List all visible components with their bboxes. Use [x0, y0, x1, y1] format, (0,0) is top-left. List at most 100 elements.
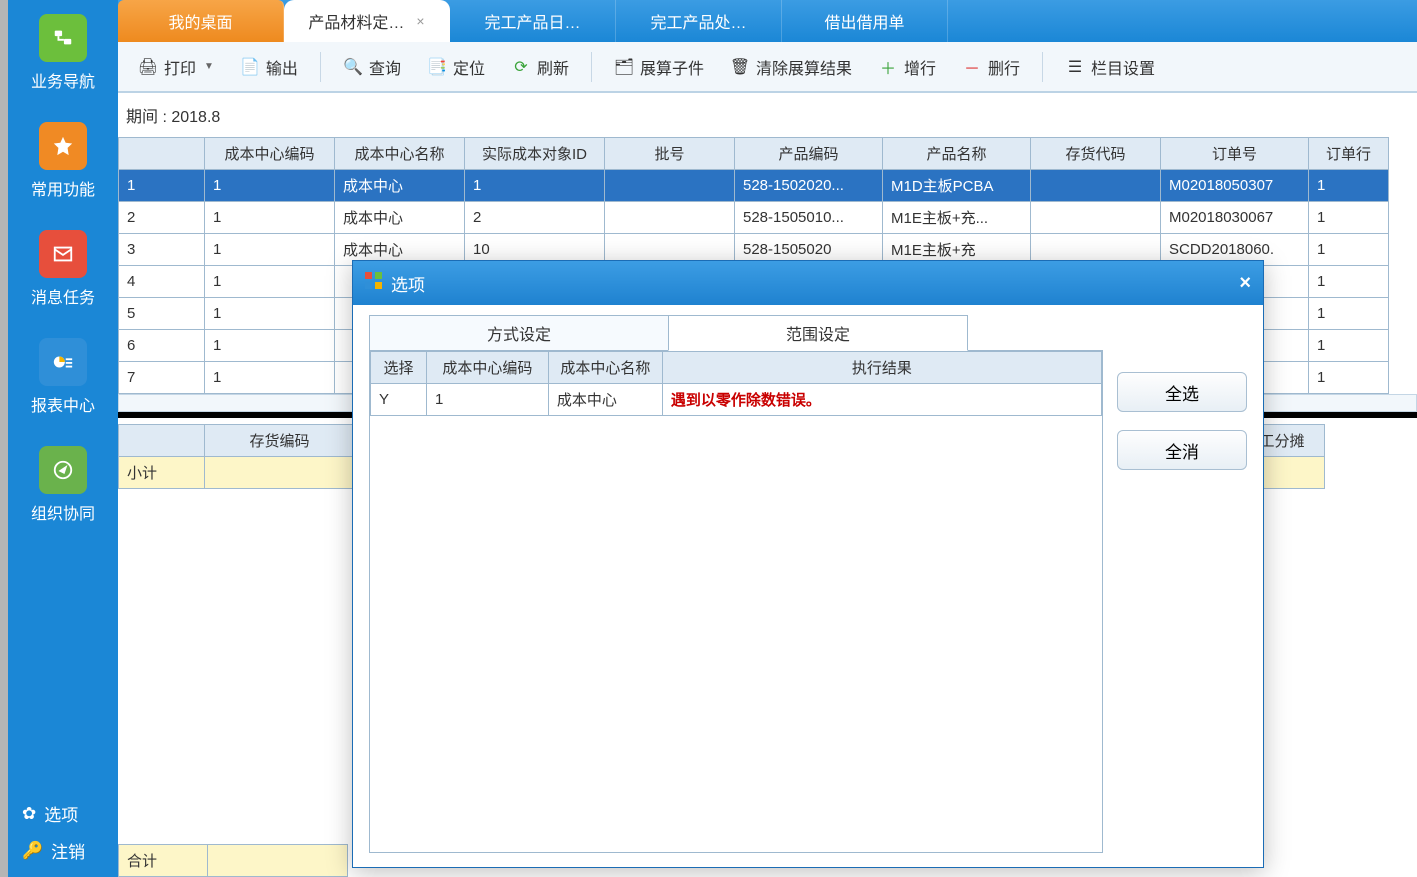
- sidebar-item-biz-nav[interactable]: 业务导航: [31, 14, 95, 92]
- table-cell[interactable]: Y: [371, 384, 427, 416]
- table-cell[interactable]: [1031, 202, 1161, 234]
- tab-label: 我的桌面: [168, 9, 232, 33]
- table-cell[interactable]: 5: [119, 298, 205, 330]
- table-cell[interactable]: M1D主板PCBA: [883, 170, 1031, 202]
- sidebar-item-org[interactable]: 组织协同: [31, 446, 95, 524]
- close-icon[interactable]: ×: [416, 13, 424, 29]
- table-cell[interactable]: 528-1505010...: [735, 202, 883, 234]
- table-cell[interactable]: 1: [205, 362, 335, 394]
- table-row[interactable]: 21成本中心2528-1505010...M1E主板+充...M02018030…: [119, 202, 1389, 234]
- tab-mode-setting[interactable]: 方式设定: [369, 315, 669, 351]
- select-all-button[interactable]: 全选: [1117, 372, 1247, 412]
- column-header[interactable]: 成本中心名称: [548, 352, 662, 384]
- table-cell[interactable]: 6: [119, 330, 205, 362]
- table-cell[interactable]: 1: [1309, 170, 1389, 202]
- table-cell[interactable]: 528-1502020...: [735, 170, 883, 202]
- table-cell[interactable]: 1: [205, 330, 335, 362]
- toolbar-label: 输出: [266, 55, 298, 79]
- add-row-button[interactable]: ＋ 增行: [868, 51, 946, 83]
- column-header[interactable]: 成本中心名称: [335, 138, 465, 170]
- print-button[interactable]: 🖨 打印 ▼: [128, 51, 224, 83]
- column-header[interactable]: 存货编码: [205, 425, 355, 457]
- table-cell[interactable]: 成本中心: [335, 170, 465, 202]
- sidebar-logout[interactable]: 🔑 注销: [22, 838, 104, 863]
- refresh-button[interactable]: ⟳ 刷新: [501, 51, 579, 83]
- table-cell[interactable]: 1: [1309, 298, 1389, 330]
- tab-label: 产品材料定…: [308, 9, 404, 33]
- sidebar-item-reports[interactable]: 报表中心: [31, 338, 95, 416]
- query-button[interactable]: 🔍 查询: [333, 51, 411, 83]
- sidebar-item-favorites[interactable]: 常用功能: [31, 122, 95, 200]
- column-header[interactable]: 成本中心编码: [205, 138, 335, 170]
- column-header[interactable]: 执行结果: [662, 352, 1101, 384]
- column-header[interactable]: 实际成本对象ID: [465, 138, 605, 170]
- table-cell[interactable]: 1: [1309, 330, 1389, 362]
- tab-desktop[interactable]: 我的桌面: [118, 0, 284, 42]
- table-cell[interactable]: 1: [426, 384, 548, 416]
- sidebar-item-messages[interactable]: 消息任务: [31, 230, 95, 308]
- column-header[interactable]: 产品名称: [883, 138, 1031, 170]
- close-icon[interactable]: ×: [1239, 272, 1251, 295]
- table-cell[interactable]: M02018050307: [1161, 170, 1309, 202]
- column-header[interactable]: [119, 138, 205, 170]
- column-header[interactable]: 订单号: [1161, 138, 1309, 170]
- table-cell[interactable]: 成本中心: [548, 384, 662, 416]
- tab-product-material[interactable]: 产品材料定… ×: [284, 0, 450, 42]
- columns-icon: ☰: [1065, 57, 1085, 77]
- export-button[interactable]: 📄 输出: [230, 51, 308, 83]
- table-cell[interactable]: 1: [205, 234, 335, 266]
- table-cell[interactable]: 1: [205, 266, 335, 298]
- table-cell[interactable]: 3: [119, 234, 205, 266]
- sidebar-options[interactable]: ✿ 选项: [22, 801, 104, 826]
- table-cell[interactable]: 1: [1309, 234, 1389, 266]
- table-cell[interactable]: 1: [205, 202, 335, 234]
- column-header[interactable]: [119, 425, 205, 457]
- column-header[interactable]: 选择: [371, 352, 427, 384]
- column-header[interactable]: 订单行: [1309, 138, 1389, 170]
- table-cell[interactable]: 2: [119, 202, 205, 234]
- column-header[interactable]: 成本中心编码: [426, 352, 548, 384]
- table-row[interactable]: Y1成本中心遇到以零作除数错误。: [371, 384, 1102, 416]
- table-cell[interactable]: 7: [119, 362, 205, 394]
- toolbar-label: 增行: [904, 55, 936, 79]
- table-cell[interactable]: 遇到以零作除数错误。: [662, 384, 1101, 416]
- table-cell[interactable]: M02018030067: [1161, 202, 1309, 234]
- table-cell[interactable]: M1E主板+充...: [883, 202, 1031, 234]
- table-cell[interactable]: 1: [465, 170, 605, 202]
- table-row[interactable]: 11成本中心1528-1502020...M1D主板PCBAM020180503…: [119, 170, 1389, 202]
- tab-finished-process[interactable]: 完工产品处…: [616, 0, 782, 42]
- tab-finished-daily[interactable]: 完工产品日…: [450, 0, 616, 42]
- table-cell[interactable]: 成本中心: [335, 202, 465, 234]
- toolbar-label: 删行: [988, 55, 1020, 79]
- clear-expand-button[interactable]: 🗑 清除展算结果: [720, 51, 862, 83]
- locate-button[interactable]: 📑 定位: [417, 51, 495, 83]
- chevron-down-icon[interactable]: ▼: [204, 61, 214, 72]
- tab-scope-setting[interactable]: 范围设定: [668, 315, 968, 351]
- column-header[interactable]: 产品编码: [735, 138, 883, 170]
- table-cell[interactable]: 1: [1309, 202, 1389, 234]
- column-header[interactable]: 批号: [605, 138, 735, 170]
- table-cell[interactable]: 1: [205, 298, 335, 330]
- period-display: 期间 : 2018.8: [118, 93, 1417, 137]
- table-cell[interactable]: 2: [465, 202, 605, 234]
- dialog-titlebar[interactable]: 选项 ×: [353, 261, 1263, 305]
- column-settings-button[interactable]: ☰ 栏目设置: [1055, 51, 1165, 83]
- table-cell[interactable]: 4: [119, 266, 205, 298]
- subtotal-label: 小计: [119, 457, 205, 489]
- table-cell[interactable]: 1: [1309, 266, 1389, 298]
- table-cell[interactable]: [1031, 170, 1161, 202]
- expand-button[interactable]: 🗂 展算子件: [604, 51, 714, 83]
- deselect-all-button[interactable]: 全消: [1117, 430, 1247, 470]
- sidebar: 业务导航 常用功能 消息任务 报表中心 组织协同: [8, 0, 118, 877]
- table-cell[interactable]: [605, 202, 735, 234]
- table-cell[interactable]: 1: [119, 170, 205, 202]
- table-cell[interactable]: 1: [205, 170, 335, 202]
- delete-row-button[interactable]: － 删行: [952, 51, 1030, 83]
- dialog-result-grid[interactable]: 选择成本中心编码成本中心名称执行结果 Y1成本中心遇到以零作除数错误。: [369, 350, 1103, 853]
- toolbar-label: 清除展算结果: [756, 55, 852, 79]
- key-icon: 🔑: [22, 841, 43, 861]
- table-cell[interactable]: 1: [1309, 362, 1389, 394]
- table-cell[interactable]: [605, 170, 735, 202]
- column-header[interactable]: 存货代码: [1031, 138, 1161, 170]
- tab-loan-form[interactable]: 借出借用单: [782, 0, 948, 42]
